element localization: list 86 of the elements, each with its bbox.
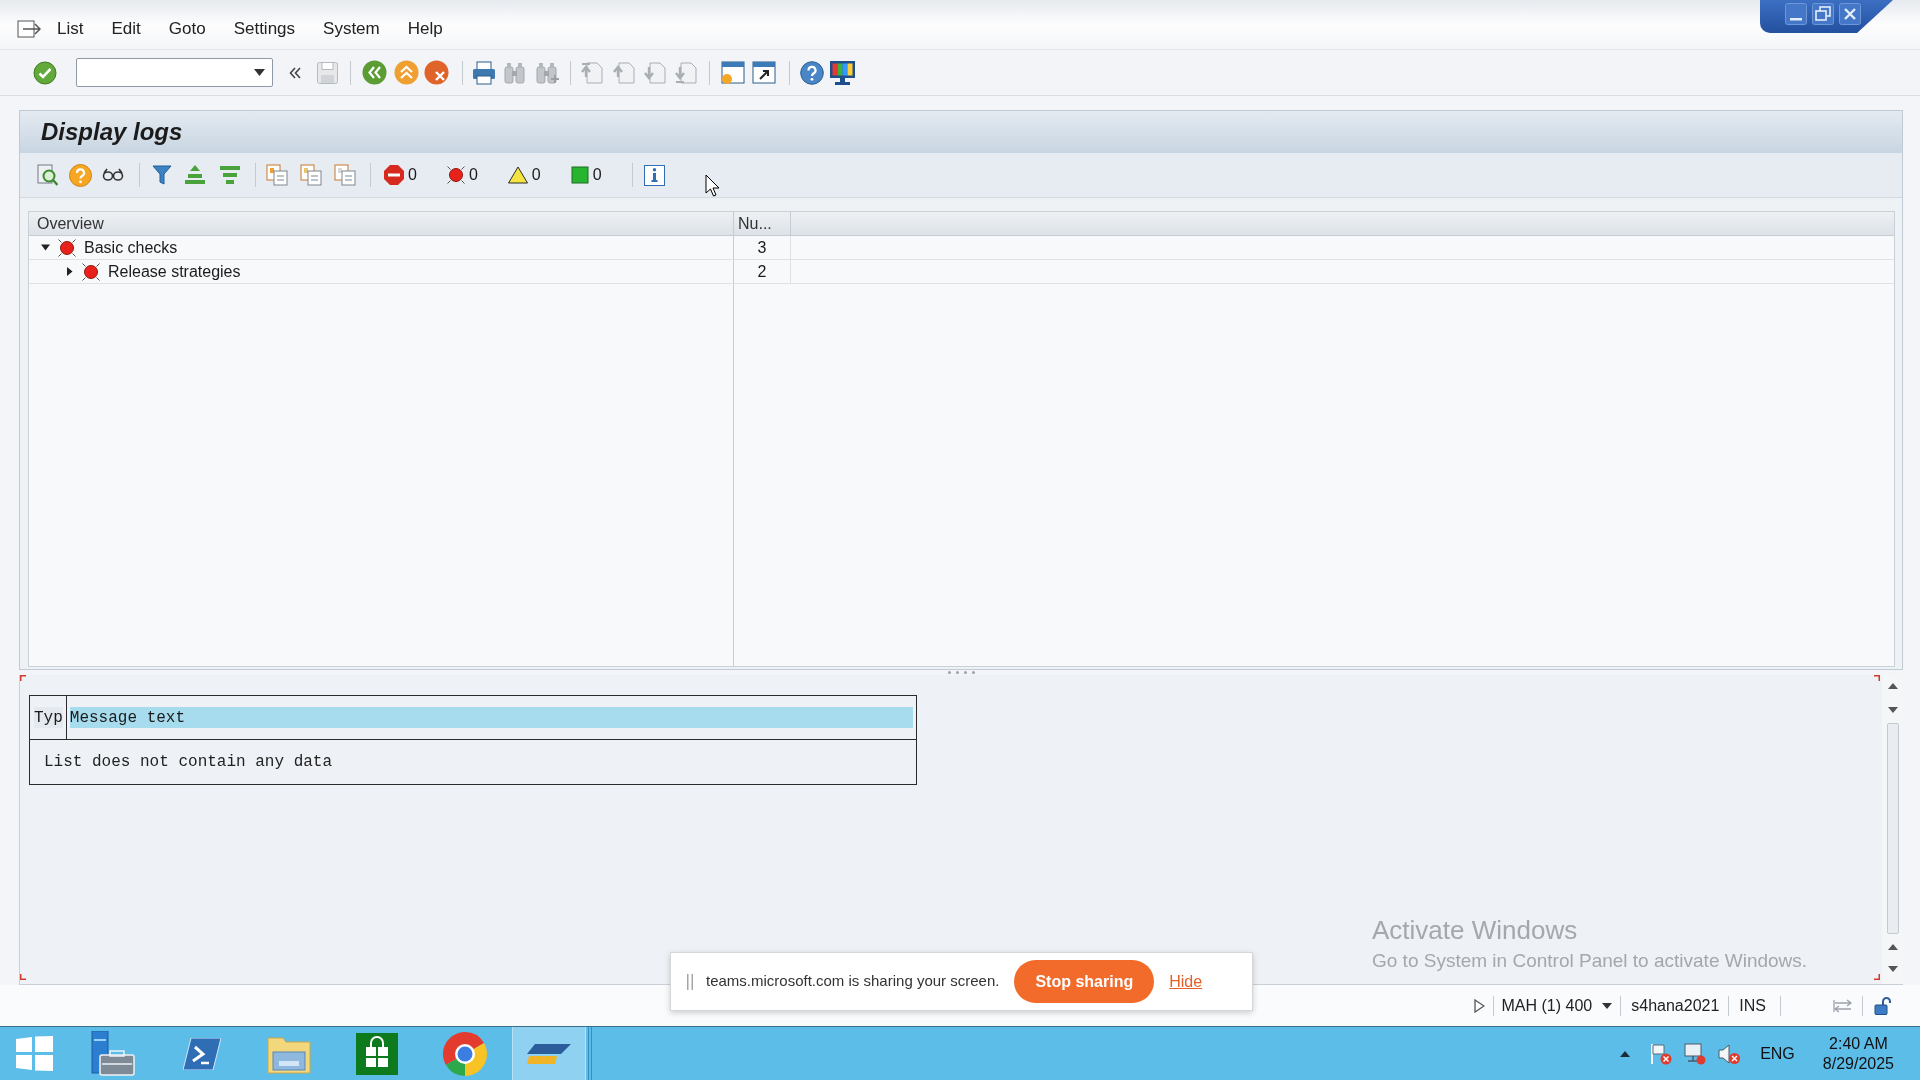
menu-item[interactable]: Goto	[168, 20, 206, 37]
copy-documents-icon[interactable]	[334, 164, 356, 186]
warning-messages-toggle[interactable]: 0	[507, 166, 541, 184]
corner-mark-icon	[20, 974, 26, 980]
menu-icon[interactable]	[17, 19, 41, 38]
collapsed-arrow-icon[interactable]	[65, 267, 74, 276]
cancel-icon[interactable]	[424, 60, 449, 85]
shortcut-window-icon[interactable]	[752, 60, 776, 85]
count-value: 3	[757, 237, 767, 258]
expanded-arrow-icon[interactable]	[41, 243, 50, 252]
error-messages-toggle[interactable]: 0	[446, 166, 478, 184]
warning-triangle-icon	[507, 166, 528, 184]
input-language[interactable]: ENG	[1760, 1041, 1795, 1066]
tree-node-label[interactable]: Basic checks	[84, 235, 178, 260]
corner-mark-icon	[20, 675, 26, 681]
stop-messages-toggle[interactable]: 0	[384, 165, 417, 185]
help-icon[interactable]	[69, 163, 92, 187]
slanted-bars-icon[interactable]	[527, 1043, 571, 1064]
start-icon[interactable]	[16, 1036, 53, 1071]
dropdown-caret-icon[interactable]	[1602, 1002, 1613, 1009]
column-header[interactable]: Message text	[69, 707, 913, 728]
column-header[interactable]: Typ	[34, 707, 63, 728]
corner-mark-icon	[1874, 675, 1880, 681]
network-alert-icon[interactable]	[1684, 1042, 1707, 1065]
column-header[interactable]: Overview	[37, 211, 104, 236]
scroll-up-icon[interactable]	[1887, 944, 1898, 950]
enter-check-icon[interactable]	[33, 60, 57, 85]
drag-handle-icon[interactable]	[687, 973, 693, 990]
mouse-pointer-icon	[705, 174, 720, 197]
speaker-muted-icon[interactable]	[1718, 1042, 1741, 1065]
close-icon[interactable]	[1839, 3, 1861, 25]
transfer-arrows-icon[interactable]	[1833, 998, 1853, 1013]
clock-date[interactable]: 8/29/2025	[1822, 1053, 1894, 1074]
success-square-icon	[570, 166, 589, 184]
system-dropdown[interactable]: MAH (1) 400	[1501, 993, 1613, 1018]
corner-mark-icon	[1874, 974, 1880, 980]
command-field[interactable]	[76, 58, 273, 87]
activation-text: Go to System in Control Panel to activate Windows.	[1372, 948, 1808, 973]
activation-title: Activate Windows	[1372, 914, 1579, 947]
document-search-icon[interactable]	[37, 164, 58, 186]
server-name: s4hana2021	[1631, 995, 1720, 1016]
play-triangle-icon[interactable]	[1473, 998, 1485, 1013]
monitor-icon[interactable]	[830, 60, 855, 85]
copy-documents-icon[interactable]	[266, 164, 288, 186]
scroll-down-icon[interactable]	[1887, 707, 1898, 713]
menu-item[interactable]: List	[57, 20, 84, 37]
exit-icon[interactable]	[394, 60, 419, 85]
back-icon[interactable]	[362, 60, 387, 85]
menu-item[interactable]: Help	[407, 20, 443, 37]
scroll-up-icon[interactable]	[1887, 683, 1898, 689]
chevrons-left-icon[interactable]	[289, 66, 301, 79]
help-icon[interactable]	[800, 60, 824, 85]
error-circle-icon	[446, 166, 465, 184]
count-value: 2	[757, 261, 767, 282]
info-icon[interactable]	[643, 164, 665, 186]
print-icon[interactable]	[472, 60, 496, 85]
menu-item[interactable]: Settings	[233, 20, 296, 37]
tray-caret-icon[interactable]	[1620, 1050, 1631, 1057]
success-messages-toggle[interactable]: 0	[570, 166, 602, 184]
glasses-icon[interactable]	[102, 168, 124, 182]
terminal-prompt-icon[interactable]	[183, 1037, 221, 1070]
column-header[interactable]: Nu...	[738, 211, 772, 236]
sort-ascending-icon[interactable]	[185, 165, 205, 185]
share-notice-text: teams.microsoft.com is sharing your screen.	[706, 971, 1000, 992]
menu-item[interactable]: Edit	[111, 20, 141, 37]
tree-node-label[interactable]: Release strategies	[108, 259, 241, 284]
menu-item[interactable]: System	[323, 20, 380, 37]
new-window-icon[interactable]	[721, 60, 745, 85]
taskbar-button[interactable]	[512, 1027, 586, 1080]
clock-time[interactable]: 2:40 AM	[1829, 1033, 1888, 1054]
filter-icon[interactable]	[152, 165, 172, 185]
empty-list-message: List does not contain any data	[44, 752, 333, 773]
find-icon[interactable]	[504, 61, 527, 84]
scroll-down-icon[interactable]	[1887, 966, 1898, 972]
find-next-icon[interactable]	[536, 61, 559, 84]
padlock-icon[interactable]	[1874, 996, 1892, 1015]
page-title: Display logs	[41, 120, 183, 144]
dropdown-caret-icon[interactable]	[254, 69, 265, 76]
restore-icon[interactable]	[1812, 3, 1834, 25]
flag-alert-icon[interactable]	[1650, 1042, 1673, 1065]
splitter-grip-icon[interactable]	[947, 671, 975, 674]
copy-documents-icon[interactable]	[300, 164, 322, 186]
stop-sign-icon	[384, 165, 404, 185]
minimize-icon[interactable]	[1785, 3, 1807, 25]
insert-mode: INS	[1739, 995, 1766, 1016]
filter-lines-icon[interactable]	[220, 165, 240, 185]
